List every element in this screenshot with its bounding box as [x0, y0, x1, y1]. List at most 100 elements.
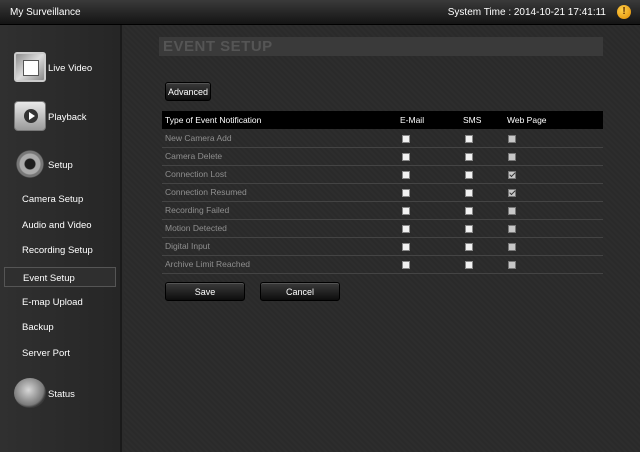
- event-type-cell: New Camera Add: [162, 129, 397, 148]
- email-checkbox[interactable]: [402, 224, 410, 233]
- sidebar-item-audio-video[interactable]: Audio and Video: [4, 215, 116, 235]
- table-header-row: Type of Event Notification E-Mail SMS We…: [162, 111, 603, 129]
- web-cell: [504, 129, 603, 148]
- gear-icon: [14, 149, 46, 179]
- sms-cell: [460, 147, 504, 166]
- event-type-cell: Connection Resumed: [162, 183, 397, 202]
- sidebar-item-label: Camera Setup: [22, 194, 84, 205]
- sms-cell: [460, 219, 504, 238]
- header-sms: SMS: [460, 111, 504, 129]
- event-type-cell: Motion Detected: [162, 219, 397, 238]
- top-bar: My Surveillance System Time : 2014-10-21…: [0, 0, 640, 25]
- web-page-checkbox[interactable]: [508, 242, 516, 251]
- advanced-button[interactable]: Advanced: [165, 82, 211, 101]
- email-cell: [397, 165, 460, 184]
- web-page-checkbox[interactable]: [508, 134, 516, 143]
- header-web-page: Web Page: [504, 111, 603, 129]
- nav-setup[interactable]: Setup: [14, 149, 119, 181]
- event-type-cell: Camera Delete: [162, 147, 397, 166]
- sidebar-item-server-port[interactable]: Server Port: [4, 343, 116, 363]
- event-notification-table: Type of Event Notification E-Mail SMS We…: [162, 111, 603, 274]
- web-cell: [504, 237, 603, 256]
- sms-cell: [460, 183, 504, 202]
- sidebar-item-label: Event Setup: [23, 273, 75, 284]
- event-type-cell: Archive Limit Reached: [162, 255, 397, 274]
- table-row: New Camera Add: [162, 129, 603, 148]
- header-event-type: Type of Event Notification: [162, 111, 397, 129]
- page-title: EVENT SETUP: [159, 37, 603, 56]
- event-type-cell: Digital Input: [162, 237, 397, 256]
- table-row: Recording Failed: [162, 201, 603, 220]
- cancel-button[interactable]: Cancel: [260, 282, 340, 301]
- sms-cell: [460, 201, 504, 220]
- status-icon: [14, 378, 46, 408]
- sidebar-item-event-setup[interactable]: Event Setup: [4, 267, 116, 287]
- table-row: Connection Resumed: [162, 183, 603, 202]
- nav-playback[interactable]: Playback: [14, 101, 119, 133]
- app-title: My Surveillance: [10, 7, 81, 18]
- sidebar-item-recording-setup[interactable]: Recording Setup: [4, 240, 116, 260]
- nav-live-video[interactable]: Live Video: [14, 52, 119, 84]
- table-row: Connection Lost: [162, 165, 603, 184]
- email-cell: [397, 201, 460, 220]
- sidebar-item-camera-setup[interactable]: Camera Setup: [4, 189, 116, 209]
- nav-status[interactable]: Status: [14, 378, 119, 410]
- email-checkbox[interactable]: [402, 206, 410, 215]
- sms-checkbox[interactable]: [465, 170, 473, 179]
- sms-checkbox[interactable]: [465, 206, 473, 215]
- email-checkbox[interactable]: [402, 188, 410, 197]
- web-page-checkbox[interactable]: [508, 188, 516, 197]
- sidebar-item-label: Audio and Video: [22, 220, 92, 231]
- web-page-checkbox[interactable]: [508, 206, 516, 215]
- table-row: Camera Delete: [162, 147, 603, 166]
- email-checkbox[interactable]: [402, 152, 410, 161]
- web-cell: [504, 219, 603, 238]
- sidebar-item-label: Server Port: [22, 348, 71, 359]
- sms-checkbox[interactable]: [465, 242, 473, 251]
- header-email: E-Mail: [397, 111, 460, 129]
- web-cell: [504, 147, 603, 166]
- sms-checkbox[interactable]: [465, 260, 473, 269]
- email-checkbox[interactable]: [402, 260, 410, 269]
- email-checkbox[interactable]: [402, 242, 410, 251]
- table-row: Motion Detected: [162, 219, 603, 238]
- web-page-checkbox[interactable]: [508, 152, 516, 161]
- web-cell: [504, 183, 603, 202]
- web-page-checkbox[interactable]: [508, 224, 516, 233]
- email-cell: [397, 255, 460, 274]
- sms-cell: [460, 165, 504, 184]
- web-page-checkbox[interactable]: [508, 260, 516, 269]
- nav-status-label: Status: [48, 389, 75, 400]
- nav-setup-label: Setup: [48, 160, 73, 171]
- sidebar-item-backup[interactable]: Backup: [4, 317, 116, 337]
- web-cell: [504, 165, 603, 184]
- system-time: System Time : 2014-10-21 17:41:11: [447, 7, 606, 18]
- sidebar-item-label: E-map Upload: [22, 297, 83, 308]
- email-cell: [397, 219, 460, 238]
- web-cell: [504, 201, 603, 220]
- sms-checkbox[interactable]: [465, 188, 473, 197]
- sidebar-item-label: Backup: [22, 322, 54, 333]
- event-type-cell: Recording Failed: [162, 201, 397, 220]
- sms-checkbox[interactable]: [465, 134, 473, 143]
- web-page-checkbox[interactable]: [508, 170, 516, 179]
- nav-playback-label: Playback: [48, 112, 87, 123]
- save-button[interactable]: Save: [165, 282, 245, 301]
- sms-checkbox[interactable]: [465, 224, 473, 233]
- sms-cell: [460, 255, 504, 274]
- alert-icon[interactable]: !: [617, 5, 631, 19]
- sidebar-item-emap-upload[interactable]: E-map Upload: [4, 292, 116, 312]
- main-panel: EVENT SETUP Advanced Type of Event Notif…: [124, 25, 640, 452]
- sms-checkbox[interactable]: [465, 152, 473, 161]
- email-checkbox[interactable]: [402, 134, 410, 143]
- email-cell: [397, 147, 460, 166]
- sms-cell: [460, 237, 504, 256]
- event-type-cell: Connection Lost: [162, 165, 397, 184]
- email-checkbox[interactable]: [402, 170, 410, 179]
- sms-cell: [460, 129, 504, 148]
- table-row: Digital Input: [162, 237, 603, 256]
- web-cell: [504, 255, 603, 274]
- nav-live-video-label: Live Video: [48, 63, 93, 74]
- sidebar: Live Video Playback Setup Camera Setup A…: [0, 25, 122, 452]
- email-cell: [397, 237, 460, 256]
